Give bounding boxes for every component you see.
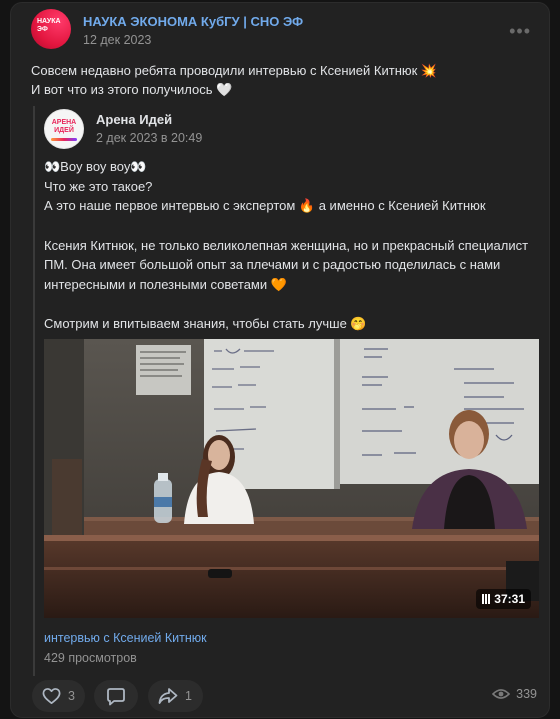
repost-text-line: А это наше первое интервью с экспертом 🔥…	[44, 198, 486, 213]
post-text-line: Совсем недавно ребята проводили интервью…	[31, 63, 438, 78]
video-duration-icon	[482, 594, 491, 604]
post-author-link[interactable]: НАУКА ЭКОНОМА КубГУ | СНО ЭФ	[83, 14, 303, 29]
video-duration: 37:31	[494, 592, 525, 606]
video-views: 429 просмотров	[44, 651, 137, 665]
post-date[interactable]: 12 дек 2023	[83, 33, 151, 47]
views-counter: 339	[492, 687, 537, 701]
repost-text-line: Смотрим и впитываем знания, чтобы стать …	[44, 316, 367, 331]
repost-text-line: ПМ. Она имеет большой опыт за плечами и …	[44, 257, 501, 272]
repost-text: 👀Воу воу воу👀 Что же это такое? А это на…	[44, 157, 544, 334]
like-button[interactable]: 3	[32, 680, 85, 712]
post-text: Совсем недавно ребята проводили интервью…	[31, 61, 437, 99]
repost-text-line: Что же это такое?	[44, 178, 153, 194]
repost-date[interactable]: 2 дек 2023 в 20:49	[96, 131, 202, 145]
views-count: 339	[516, 687, 537, 701]
share-count: 1	[185, 689, 192, 703]
video-title-link[interactable]: интервью с Ксенией Китнюк	[44, 631, 207, 645]
repost-text-line: интересными и полезными советами 🧡	[44, 276, 287, 292]
repost-logo-bar	[51, 138, 77, 141]
post-card: НАУКА ЭФ НАУКА ЭКОНОМА КубГУ | СНО ЭФ 12…	[10, 2, 550, 718]
repost-author-link[interactable]: Арена Идей	[96, 112, 172, 127]
comment-button[interactable]	[94, 680, 138, 712]
community-logo-text: НАУКА ЭФ	[37, 18, 61, 33]
like-count: 3	[68, 689, 75, 703]
share-button[interactable]: 1	[148, 680, 203, 712]
post-text-line: И вот что из этого получилось 🤍	[31, 82, 233, 97]
repost-divider	[33, 106, 35, 676]
repost-text-line: Ксения Китнюк, не только великолепная же…	[44, 237, 529, 253]
heart-icon	[42, 688, 61, 704]
video-thumbnail	[44, 339, 539, 618]
eye-icon	[492, 689, 511, 699]
more-dots-icon[interactable]: •••	[509, 21, 531, 42]
repost-logo-text: АРЕНА ИДЕЙ	[51, 119, 77, 134]
video-player[interactable]: 37:31	[44, 339, 539, 618]
share-icon	[158, 688, 178, 704]
comment-icon	[107, 687, 125, 705]
repost-text-line: 👀Воу воу воу👀	[44, 159, 147, 174]
community-avatar[interactable]: НАУКА ЭФ	[31, 9, 71, 49]
repost-avatar[interactable]: АРЕНА ИДЕЙ	[44, 109, 84, 149]
video-duration-badge: 37:31	[476, 589, 531, 609]
